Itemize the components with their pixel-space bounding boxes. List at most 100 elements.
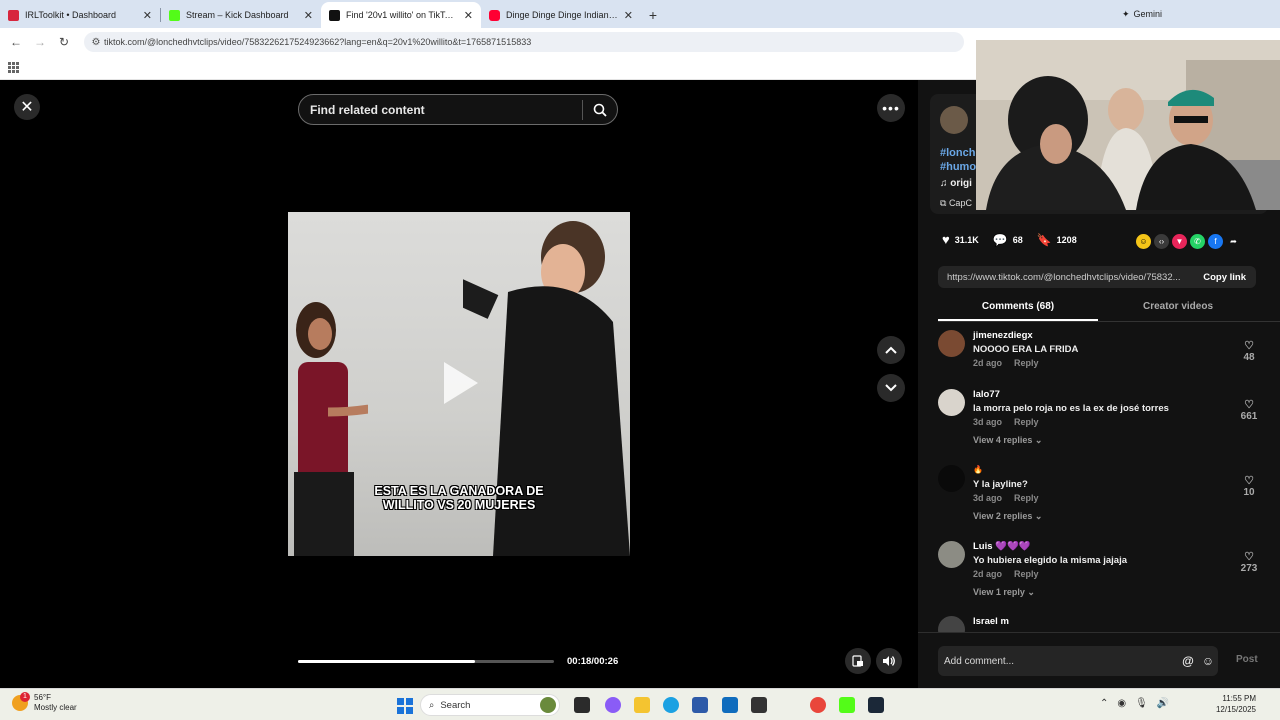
embed-icon[interactable]: ‹›: [1154, 234, 1169, 249]
previous-video-button[interactable]: [877, 336, 905, 364]
close-button[interactable]: ✕: [14, 94, 40, 120]
reply-button[interactable]: Reply: [1014, 569, 1039, 579]
tab-comments[interactable]: Comments (68): [938, 298, 1098, 321]
new-tab-button[interactable]: +: [641, 2, 665, 28]
video-progress-bar[interactable]: [298, 660, 554, 663]
comment-button[interactable]: 💬 68: [993, 233, 1023, 247]
comment-avatar[interactable]: [938, 616, 965, 632]
tab-close-icon[interactable]: ✕: [143, 9, 152, 22]
reload-icon[interactable]: ↻: [52, 35, 76, 49]
tab-tiktok[interactable]: Find '20v1 willito' on TikTok | Ti ✕: [321, 2, 481, 28]
video-player[interactable]: ESTA ES LA GANADORA DE WILLITO VS 20 MUJ…: [288, 212, 630, 556]
like-button[interactable]: ♥ 31.1K: [942, 232, 979, 247]
comment-like-button[interactable]: ♡ 48: [1238, 340, 1260, 363]
search-button[interactable]: [583, 103, 617, 117]
reply-button[interactable]: Reply: [1014, 358, 1039, 368]
copilot-icon[interactable]: [605, 697, 621, 713]
comment-username[interactable]: jimenezdiegx: [973, 330, 1033, 341]
store-icon[interactable]: [692, 697, 708, 713]
post-actions: ♥ 31.1K 💬 68 🔖 1208: [942, 232, 1077, 247]
comment-like-button[interactable]: ♡ 661: [1238, 399, 1260, 422]
play-icon[interactable]: [444, 362, 478, 404]
comment-like-button[interactable]: ♡ 273: [1238, 551, 1260, 574]
miniplayer-button[interactable]: [845, 648, 871, 674]
comment-username[interactable]: Israel m: [973, 616, 1009, 627]
facebook-icon[interactable]: f: [1208, 234, 1223, 249]
search-label: Search: [440, 699, 471, 711]
irltoolkit-favicon-icon: [8, 9, 19, 21]
chevron-down-icon: ⌄: [1034, 511, 1043, 521]
chevron-up-icon[interactable]: ⌃: [1100, 698, 1108, 709]
weather-widget[interactable]: 1 56°F Mostly clear: [12, 692, 77, 713]
mic-icon[interactable]: 🎙: [1135, 698, 1148, 709]
view-replies-button[interactable]: View 4 replies ⌄: [973, 435, 1042, 446]
video-caption: ESTA ES LA GANADORA DE WILLITO VS 20 MUJ…: [348, 484, 570, 512]
task-view-icon[interactable]: [574, 697, 590, 713]
send-icon[interactable]: ▼: [1172, 234, 1187, 249]
chrome-icon[interactable]: [810, 697, 826, 713]
comment-avatar[interactable]: [938, 541, 965, 568]
share-arrow-icon[interactable]: ➦: [1226, 234, 1241, 249]
reply-button[interactable]: Reply: [1014, 493, 1039, 503]
tab-close-icon[interactable]: ✕: [304, 9, 313, 22]
gemini-button[interactable]: ✦ Gemini: [1114, 5, 1170, 23]
capcut-link[interactable]: ⧉ CapC: [940, 198, 972, 209]
network-icon[interactable]: ◉: [1117, 698, 1126, 709]
comment-like-count: 48: [1243, 352, 1255, 363]
taskbar-clock[interactable]: 11:55 PM 12/15/2025: [1216, 693, 1256, 715]
url-text: tiktok.com/@lonchedhvtclips/video/758322…: [104, 37, 532, 47]
post-comment-button[interactable]: Post: [1236, 654, 1258, 665]
edge-icon[interactable]: [663, 697, 679, 713]
site-info-icon[interactable]: ⚙: [88, 37, 104, 48]
taskbar-search[interactable]: ⌕ Search: [420, 694, 560, 716]
tab-irltoolkit[interactable]: IRLToolkit • Dashboard ✕: [0, 2, 160, 28]
volume-icon[interactable]: 🔊: [1157, 698, 1169, 709]
comment-avatar[interactable]: [938, 465, 965, 492]
tab-close-icon[interactable]: ✕: [464, 9, 473, 22]
comment-text: Y la jayline?: [973, 479, 1028, 490]
app-icon[interactable]: [751, 697, 767, 713]
comment-avatar[interactable]: [938, 389, 965, 416]
whatsapp-icon[interactable]: ✆: [1190, 234, 1205, 249]
windows-start-icon[interactable]: [397, 698, 413, 714]
apps-grid-icon[interactable]: [8, 62, 19, 73]
kick-app-icon[interactable]: [839, 697, 855, 713]
webcam-scene: [976, 40, 1280, 210]
comment-age: 2d ago: [973, 358, 1003, 368]
creator-avatar[interactable]: [940, 106, 968, 134]
comment-username[interactable]: 🔥: [973, 465, 983, 474]
app-icon[interactable]: [540, 697, 556, 713]
repost-icon[interactable]: ☺: [1136, 234, 1151, 249]
comment-avatar[interactable]: [938, 330, 965, 357]
tab-title: Stream – Kick Dashboard: [186, 10, 289, 20]
mention-icon[interactable]: @: [1178, 654, 1198, 668]
save-button[interactable]: 🔖 1208: [1037, 233, 1077, 247]
steam-icon[interactable]: [868, 697, 884, 713]
copy-link-button[interactable]: Copy link: [1193, 272, 1256, 283]
comment-username[interactable]: Luis 💜💜💜: [973, 541, 1031, 552]
volume-icon: [883, 656, 895, 666]
tab-creator-videos[interactable]: Creator videos: [1098, 298, 1258, 321]
url-field[interactable]: ⚙ tiktok.com/@lonchedhvtclips/video/7583…: [84, 32, 964, 52]
file-explorer-icon[interactable]: [634, 697, 650, 713]
mail-icon[interactable]: [722, 697, 738, 713]
forward-icon[interactable]: →: [28, 35, 52, 49]
search-input[interactable]: [299, 102, 582, 117]
volume-button[interactable]: [876, 648, 902, 674]
tab-close-icon[interactable]: ✕: [624, 9, 633, 22]
next-video-button[interactable]: [877, 374, 905, 402]
emoji-icon[interactable]: ☺: [1198, 654, 1218, 668]
view-replies-button[interactable]: View 2 replies ⌄: [973, 511, 1042, 522]
more-options-button[interactable]: •••: [877, 94, 905, 122]
tab-youtube[interactable]: Dinge Dinge Dinge Indian song ✕: [481, 2, 641, 28]
comment-username[interactable]: lalo77: [973, 389, 1000, 400]
caption-line: ESTA ES LA GANADORA DE: [374, 484, 544, 498]
reply-button[interactable]: Reply: [1014, 417, 1039, 427]
view-replies-button[interactable]: View 1 reply ⌄: [973, 587, 1035, 598]
chevron-down-icon: ⌄: [1034, 435, 1043, 445]
back-icon[interactable]: ←: [4, 35, 28, 49]
comment-like-button[interactable]: ♡ 10: [1238, 475, 1260, 498]
add-comment-input[interactable]: [938, 655, 1178, 667]
tab-kick-dashboard[interactable]: Stream – Kick Dashboard ✕: [161, 2, 321, 28]
music-link[interactable]: ♫ origi: [940, 178, 972, 189]
